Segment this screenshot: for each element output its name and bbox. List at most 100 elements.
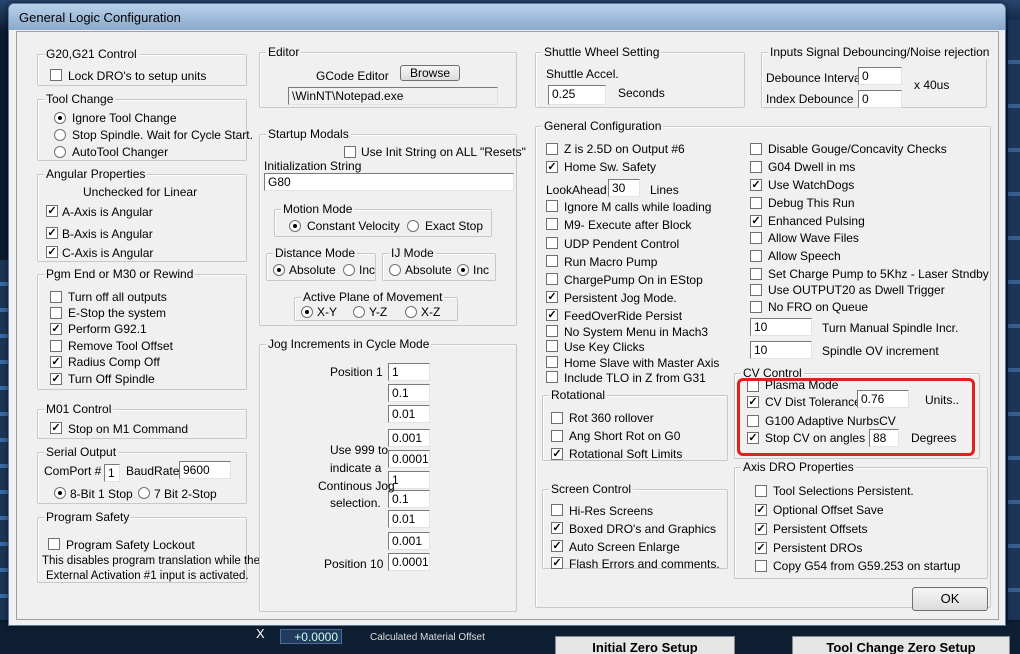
jog-position-1[interactable]: 1 [388,363,430,381]
jog-position-9[interactable]: 0.001 [388,532,430,550]
jog-position-8[interactable]: 0.01 [388,510,430,528]
startup-modals-group: Startup Modals Use Init String on ALL "R… [259,127,526,326]
serial-output-group: Serial Output ComPort # 1 BaudRate 9600 … [37,445,247,504]
charge-pump-5khz-checkbox[interactable] [750,268,762,280]
use-key-clicks-checkbox[interactable] [546,340,558,352]
angular-group: Angular Properties Unchecked for Linear … [37,167,247,262]
watchdogs-label: Use WatchDogs [768,178,855,192]
hires-screens-checkbox[interactable] [551,504,563,516]
no-system-menu-label: No System Menu in Mach3 [564,325,709,339]
allow-speech-checkbox[interactable] [750,250,762,262]
g04-dwell-checkbox[interactable] [750,161,762,173]
persistent-jog-checkbox[interactable]: ✓ [546,291,558,303]
copy-g54-checkbox[interactable] [755,560,767,572]
allow-speech-label: Allow Speech [768,249,841,263]
safety-lockout-label: Program Safety Lockout [66,538,195,552]
g04-dwell-label: G04 Dwell in ms [768,160,856,174]
persistent-dros-checkbox[interactable]: ✓ [755,542,767,554]
jog-note-line1: Use 999 to [330,443,389,457]
8bit-1stop-radio[interactable] [54,487,66,499]
rot-soft-limits-checkbox[interactable]: ✓ [551,448,563,460]
plane-xy-radio[interactable] [301,306,313,318]
disable-gouge-checkbox[interactable] [750,143,762,155]
plane-xz-radio[interactable] [405,306,417,318]
distance-absolute-radio[interactable] [273,264,285,276]
watchdogs-checkbox[interactable]: ✓ [750,179,762,191]
ignore-m-calls-label: Ignore M calls while loading [564,200,712,214]
turn-off-outputs-checkbox[interactable] [50,291,62,303]
flash-errors-checkbox[interactable]: ✓ [551,557,563,569]
z-25d-checkbox[interactable] [546,143,558,155]
c-axis-checkbox[interactable]: ✓ [46,246,58,258]
comport-input[interactable]: 1 [104,464,120,482]
enhanced-pulsing-checkbox[interactable]: ✓ [750,215,762,227]
persistent-offsets-label: Persistent Offsets [773,522,868,536]
use-init-string-checkbox[interactable] [344,146,356,158]
persistent-offsets-checkbox[interactable]: ✓ [755,523,767,535]
autotool-changer-radio[interactable] [54,146,66,158]
jog-position-10[interactable]: 0.0001 [388,553,430,571]
baudrate-input[interactable]: 9600 [179,461,231,479]
include-tlo-checkbox[interactable] [546,371,558,383]
plane-yz-radio[interactable] [353,306,365,318]
output20-dwell-checkbox[interactable] [750,284,762,296]
turn-off-spindle-checkbox[interactable]: ✓ [50,373,62,385]
boxed-dros-checkbox[interactable]: ✓ [551,522,563,534]
lock-dro-checkbox[interactable] [50,69,62,81]
m9-execute-checkbox[interactable] [546,218,558,230]
constant-velocity-radio[interactable] [289,220,301,232]
editor-path-field[interactable]: \WinNT\Notepad.exe [288,87,498,105]
ignore-tool-change-radio[interactable] [54,112,66,124]
use-key-clicks-label: Use Key Clicks [564,340,645,354]
debounce-interval-input[interactable]: 0 [858,67,902,85]
chargepump-estop-checkbox[interactable] [546,273,558,285]
lookahead-input[interactable]: 30 [608,179,640,197]
jog-position-3[interactable]: 0.01 [388,405,430,423]
init-string-input[interactable]: G80 [264,173,514,191]
shuttle-accel-input[interactable]: 0.25 [548,85,606,105]
ignore-m-calls-checkbox[interactable] [546,200,558,212]
no-system-menu-checkbox[interactable] [546,325,558,337]
x-dro[interactable]: +0.0000 [280,629,342,644]
spindle-ov-input[interactable]: 10 [750,341,812,359]
index-debounce-input[interactable]: 0 [858,90,902,108]
udp-pendent-checkbox[interactable] [546,237,558,249]
perform-g921-checkbox[interactable]: ✓ [50,323,62,335]
debug-run-checkbox[interactable] [750,197,762,209]
initial-zero-setup-button[interactable]: Initial Zero Setup [555,636,735,654]
radius-comp-off-checkbox[interactable]: ✓ [50,356,62,368]
jog-position-2[interactable]: 0.1 [388,384,430,402]
safety-lockout-checkbox[interactable] [48,538,60,550]
a-axis-checkbox[interactable]: ✓ [46,205,58,217]
no-fro-queue-checkbox[interactable] [750,301,762,313]
jog-position-4[interactable]: 0.001 [388,429,430,447]
home-slave-checkbox[interactable] [546,356,558,368]
7bit-2stop-radio[interactable] [138,487,150,499]
stop-spindle-radio[interactable] [54,129,66,141]
remove-tool-offset-checkbox[interactable] [50,340,62,352]
jog-position-5[interactable]: 0.0001 [388,450,430,468]
distance-inc-radio[interactable] [343,264,355,276]
run-macro-pump-checkbox[interactable] [546,255,558,267]
tool-change-zero-setup-button[interactable]: Tool Change Zero Setup [792,636,1010,654]
tool-selections-persistent-checkbox[interactable] [755,485,767,497]
ok-button[interactable]: OK [912,587,988,611]
ij-inc-radio[interactable] [457,264,469,276]
feedoverride-persist-checkbox[interactable]: ✓ [546,309,558,321]
browse-button[interactable]: Browse [400,65,460,81]
rot360-checkbox[interactable] [551,412,563,424]
home-safety-checkbox[interactable]: ✓ [546,161,558,173]
position10-label: Position 10 [324,557,384,571]
optional-offset-save-checkbox[interactable]: ✓ [755,504,767,516]
allow-wave-checkbox[interactable] [750,232,762,244]
stop-on-m1-checkbox[interactable]: ✓ [50,422,62,434]
ang-short-rot-checkbox[interactable] [551,430,563,442]
manual-spindle-incr-input[interactable]: 10 [750,318,812,336]
auto-enlarge-checkbox[interactable]: ✓ [551,540,563,552]
b-axis-checkbox[interactable]: ✓ [46,227,58,239]
editor-group: Editor GCode Editor Browse \WinNT\Notepa… [259,45,517,108]
title-bar[interactable]: General Logic Configuration [9,4,1005,30]
estop-system-checkbox[interactable] [50,307,62,319]
ij-absolute-radio[interactable] [389,264,401,276]
exact-stop-radio[interactable] [407,220,419,232]
